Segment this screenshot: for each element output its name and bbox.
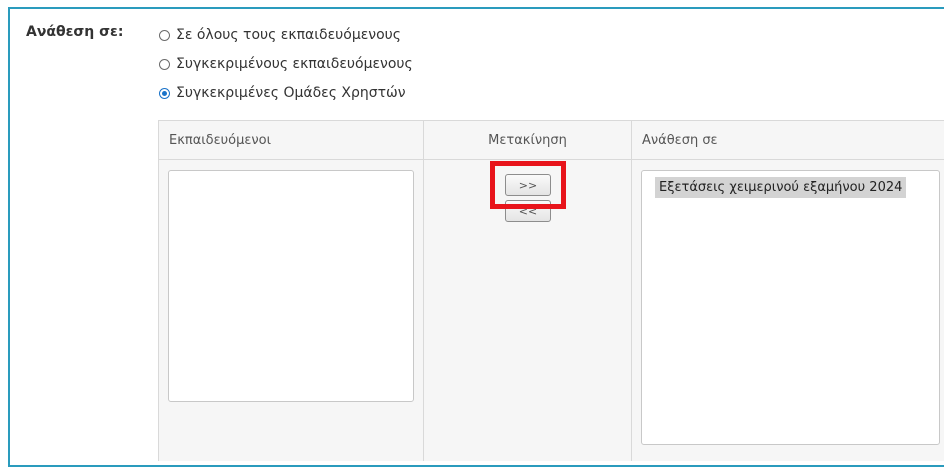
- trainees-header: Εκπαιδευόμενοι: [159, 121, 423, 160]
- list-item[interactable]: Εξετάσεις χειμερινού εξαμήνου 2024: [655, 177, 907, 198]
- assign-to-label: Ανάθεση σε:: [26, 24, 124, 40]
- move-column: Μετακίνηση >> <<: [424, 121, 632, 461]
- assigned-listbox[interactable]: Εξετάσεις χειμερινού εξαμήνου 2024: [641, 170, 940, 445]
- assigned-column: Ανάθεση σε Εξετάσεις χειμερινού εξαμήνου…: [632, 121, 944, 461]
- trainees-column: Εκπαιδευόμενοι: [159, 121, 424, 461]
- radio-specific-user-groups[interactable]: Συγκεκριμένες Ομάδες Χρηστών: [159, 82, 413, 104]
- radio-all-trainees-label: Σε όλους τους εκπαιδευόμενους: [176, 27, 401, 43]
- move-forward-button[interactable]: >>: [505, 174, 551, 196]
- radio-unchecked-icon[interactable]: [159, 29, 170, 41]
- assignment-table: Εκπαιδευόμενοι Μετακίνηση >> << Ανάθεση …: [158, 120, 944, 461]
- radio-specific-trainees-label: Συγκεκριμένους εκπαιδευόμενους: [176, 56, 413, 72]
- move-back-button[interactable]: <<: [505, 200, 551, 222]
- radio-specific-user-groups-label: Συγκεκριμένες Ομάδες Χρηστών: [176, 85, 406, 101]
- radio-unchecked-icon[interactable]: [159, 58, 170, 70]
- assigned-header: Ανάθεση σε: [632, 121, 944, 160]
- radio-specific-trainees[interactable]: Συγκεκριμένους εκπαιδευόμενους: [159, 53, 413, 75]
- trainees-listbox[interactable]: [168, 170, 414, 402]
- radio-checked-icon[interactable]: [159, 87, 170, 99]
- move-header: Μετακίνηση: [424, 121, 631, 160]
- assign-radio-group: Σε όλους τους εκπαιδευόμενους Συγκεκριμέ…: [159, 24, 413, 111]
- radio-all-trainees[interactable]: Σε όλους τους εκπαιδευόμενους: [159, 24, 413, 46]
